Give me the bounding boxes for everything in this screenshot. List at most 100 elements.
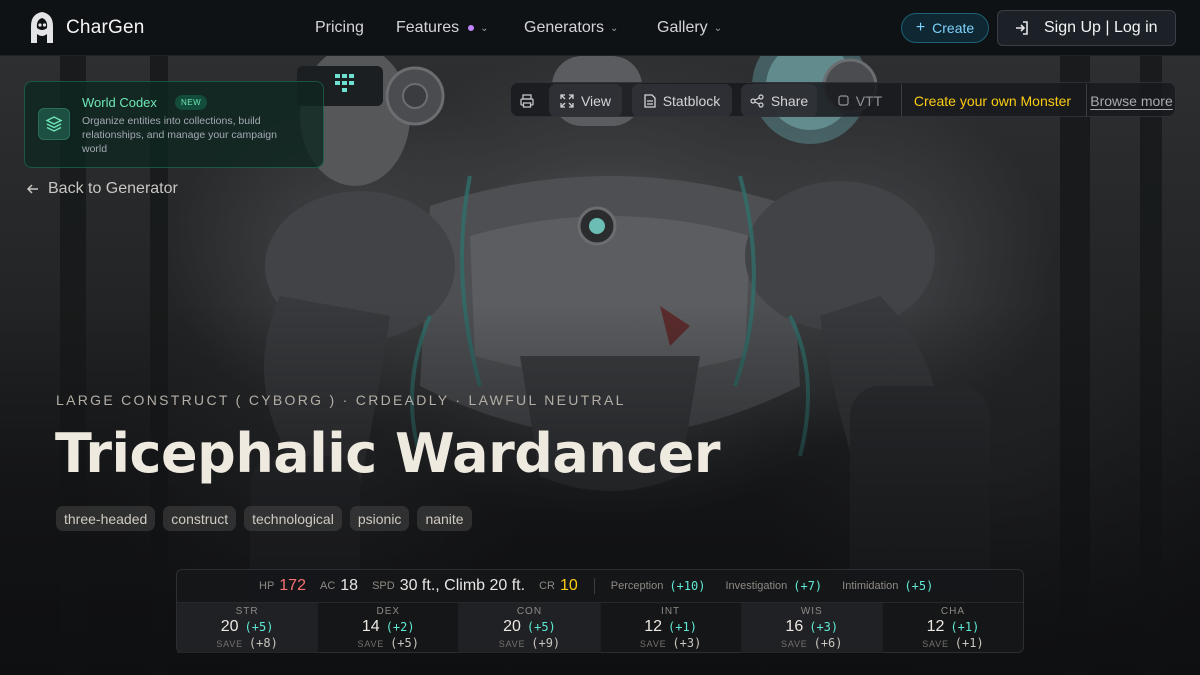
brand-name: CharGen xyxy=(66,17,145,38)
save-label: SAVE xyxy=(357,639,385,649)
ability-modifier: (+1) xyxy=(668,620,697,634)
saving-throw: (+9) xyxy=(531,636,561,650)
browse-more-link[interactable]: Browse more xyxy=(1086,84,1176,117)
back-to-generator-link[interactable]: Back to Generator xyxy=(26,180,178,198)
divider xyxy=(593,578,595,594)
saving-throw: (+5) xyxy=(390,636,419,650)
new-badge: NEW xyxy=(175,95,208,110)
save-label: SAVE xyxy=(639,639,667,649)
tag-chip[interactable]: construct xyxy=(163,506,237,531)
stat-summary: HP 172 AC 18 SPD 30 ft., Climb 20 ft. CR… xyxy=(176,569,1024,653)
ability-cha: CHA 12 (+1) SAVE (+1) xyxy=(883,603,1023,653)
ability-score: 14 xyxy=(361,618,380,635)
saving-throw: (+3) xyxy=(672,636,702,650)
ability-modifier: (+3) xyxy=(809,620,839,634)
nav-link-pricing[interactable]: Pricing xyxy=(315,19,364,37)
ability-name: WIS xyxy=(800,606,823,617)
ability-modifier: (+5) xyxy=(526,620,556,634)
ability-int: INT 12 (+1) SAVE (+3) xyxy=(601,603,742,653)
tag-chip[interactable]: technological xyxy=(244,506,342,531)
save-label: SAVE xyxy=(498,639,526,649)
action-toolbar: View Statblock Share VTT Create your own… xyxy=(510,82,1176,117)
speed-label: SPD xyxy=(372,580,395,592)
ability-modifier: (+5) xyxy=(244,620,274,634)
login-icon xyxy=(1016,21,1028,35)
save-label: SAVE xyxy=(922,639,949,649)
ac-label: AC xyxy=(319,580,336,592)
ac-value: 18 xyxy=(340,577,359,594)
view-button[interactable]: View xyxy=(549,84,622,117)
nav-link-features-label: Features xyxy=(396,19,460,36)
create-own-monster-label: Create your own Monster xyxy=(913,92,1072,109)
nav-link-gallery[interactable]: Gallery ⌄ xyxy=(657,19,722,37)
create-own-monster-button[interactable]: Create your own Monster xyxy=(901,84,1083,117)
nav-link-generators[interactable]: Generators ⌄ xyxy=(524,19,618,37)
chevron-down-icon: ⌄ xyxy=(610,22,619,34)
skill-modifier: (+7) xyxy=(793,579,823,593)
speed-value: 30 ft., Climb 20 ft. xyxy=(399,577,526,594)
monster-name: Tricephalic Wardancer xyxy=(55,422,721,485)
brand[interactable]: CharGen xyxy=(28,10,145,46)
ability-score: 16 xyxy=(785,618,804,635)
chevron-down-icon: ⌄ xyxy=(713,22,723,34)
expand-icon xyxy=(560,93,574,108)
share-label: Share xyxy=(770,92,809,109)
codex-title: World Codex xyxy=(82,95,157,110)
vtt-button[interactable]: VTT xyxy=(829,84,891,117)
ability-name: STR xyxy=(235,606,259,617)
save-label: SAVE xyxy=(216,639,243,649)
sign-up-login-label: Sign Up | Log in xyxy=(1044,19,1158,36)
printer-icon xyxy=(520,93,534,108)
back-link-label: Back to Generator xyxy=(48,180,178,197)
create-button-label: Create xyxy=(932,20,975,36)
sign-up-login-button[interactable]: Sign Up | Log in xyxy=(997,10,1176,46)
ability-wis: WIS 16 (+3) SAVE (+6) xyxy=(741,603,883,653)
tag-chip[interactable]: nanite xyxy=(417,506,472,531)
codex-description: Organize entities into collections, buil… xyxy=(82,115,277,155)
nav-link-features[interactable]: Features ⌄ xyxy=(396,19,489,37)
ability-str: STR 20 (+5) SAVE (+8) xyxy=(177,603,319,653)
ability-name: DEX xyxy=(376,606,401,617)
nav-link-gallery-label: Gallery xyxy=(657,19,708,36)
ability-dex: DEX 14 (+2) SAVE (+5) xyxy=(318,603,460,653)
ability-scores: STR 20 (+5) SAVE (+8) DEX 14 (+2) SAVE (+5) … xyxy=(177,603,1023,653)
statblock-label: Statblock xyxy=(662,92,721,109)
browse-more-label: Browse more xyxy=(1090,92,1173,109)
hooded-figure-logo-icon xyxy=(31,12,53,43)
print-button[interactable] xyxy=(513,84,541,117)
chevron-down-icon: ⌄ xyxy=(480,22,489,34)
nav-link-generators-label: Generators xyxy=(524,19,605,36)
vtt-square-icon xyxy=(838,95,849,106)
world-codex-card[interactable]: World Codex NEW Organize entities into c… xyxy=(24,81,324,168)
view-label: View xyxy=(580,92,612,109)
plus-icon: + xyxy=(915,19,926,36)
top-navigation: CharGen Pricing Features ⌄ Generators ⌄ … xyxy=(0,0,1200,56)
new-indicator-dot xyxy=(468,25,475,31)
layers-icon xyxy=(38,108,70,140)
vtt-label: VTT xyxy=(855,92,883,109)
tag-chip[interactable]: psionic xyxy=(349,506,410,531)
ability-con: CON 20 (+5) SAVE (+9) xyxy=(459,603,601,653)
ability-score: 12 xyxy=(926,618,945,635)
saving-throw: (+1) xyxy=(954,636,984,650)
statblock-button[interactable]: Statblock xyxy=(632,84,732,117)
share-button[interactable]: Share xyxy=(741,84,817,117)
ability-modifier: (+2) xyxy=(385,620,415,634)
save-label: SAVE xyxy=(781,639,808,649)
create-button[interactable]: + Create xyxy=(901,13,989,43)
stat-summary-top-row: HP 172 AC 18 SPD 30 ft., Climb 20 ft. CR… xyxy=(177,570,1023,603)
ability-name: INT xyxy=(661,606,681,617)
tag-chip[interactable]: three-headed xyxy=(56,506,156,531)
ability-score: 12 xyxy=(644,618,663,635)
share-icon xyxy=(750,93,764,108)
monster-meta: LARGE CONSTRUCT ( CYBORG ) · CRDEADLY · … xyxy=(56,392,626,408)
skill-name: Investigation xyxy=(725,580,788,592)
document-icon xyxy=(644,93,656,108)
skill-name: Intimidation xyxy=(842,580,899,592)
hp-label: HP xyxy=(259,580,275,592)
skill-modifier: (+5) xyxy=(904,579,934,593)
cr-value: 10 xyxy=(559,577,578,594)
hp-value: 172 xyxy=(279,577,306,594)
skill-name: Perception xyxy=(610,580,664,592)
ability-name: CON xyxy=(516,606,543,617)
